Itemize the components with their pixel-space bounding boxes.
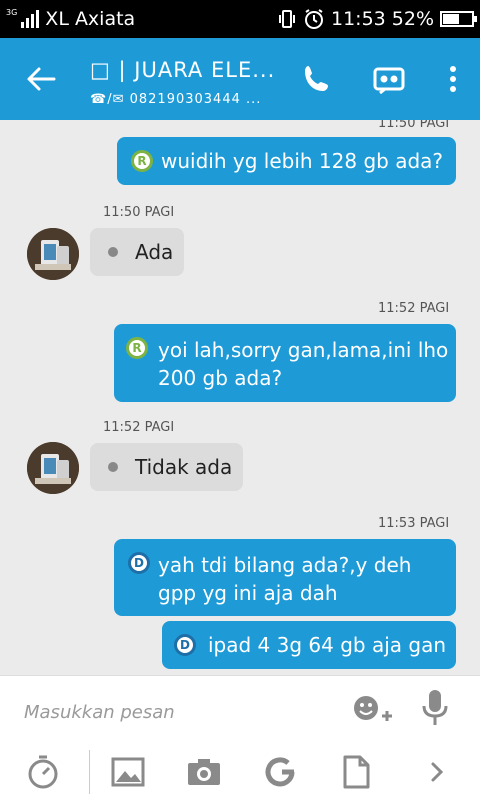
back-arrow-icon[interactable] <box>24 64 58 94</box>
toolbar-divider <box>89 750 90 794</box>
contact-avatar[interactable] <box>27 228 79 280</box>
vibrate-icon <box>279 10 295 28</box>
battery-percent: 52% <box>391 8 434 30</box>
message-input[interactable] <box>24 698 324 726</box>
message-timestamp: 11:50 PAGI <box>378 120 450 131</box>
phone-icon[interactable] <box>300 62 334 96</box>
sim-badge: R <box>131 150 153 172</box>
document-icon[interactable] <box>338 754 374 790</box>
message-timestamp: 11:52 PAGI <box>378 301 450 316</box>
clock: 11:53 <box>331 8 386 30</box>
message-timestamp: 11:52 PAGI <box>103 420 175 435</box>
chevron-right-icon[interactable] <box>420 754 456 790</box>
sim-badge: D <box>128 552 150 574</box>
alarm-icon <box>305 9 323 29</box>
incoming-message[interactable]: Ada <box>90 228 184 276</box>
contact-title[interactable]: □ | JUARA ELE... <box>90 58 275 82</box>
message-text: wuidih yg lebih 128 gb ada? <box>161 149 444 173</box>
carrier-name: XL Axiata <box>45 8 136 30</box>
unread-dot <box>108 462 118 472</box>
contact-number: 082190303444 ... <box>129 92 262 107</box>
phone-mail-icon: ☎/✉ <box>90 92 125 107</box>
message-text: yah tdi bilang ada?,y deh <box>158 553 412 577</box>
contact-card-icon[interactable] <box>372 62 406 96</box>
overflow-menu-icon[interactable] <box>436 62 470 96</box>
image-icon[interactable] <box>110 754 146 790</box>
timer-icon[interactable] <box>25 754 61 790</box>
contact-avatar[interactable] <box>27 442 79 494</box>
message-text: yoi lah,sorry gan,lama,ini lho <box>158 338 449 362</box>
message-timestamp: 11:53 PAGI <box>378 516 450 531</box>
message-timestamp: 11:50 PAGI <box>103 205 175 220</box>
network-type: 3G <box>6 8 18 17</box>
status-bar: 3G XL Axiata 11:53 52% <box>0 0 480 38</box>
message-text: 200 gb ada? <box>158 366 283 390</box>
camera-icon[interactable] <box>186 754 222 790</box>
battery-icon <box>440 11 477 27</box>
composer <box>0 675 480 800</box>
message-text: Tidak ada <box>135 455 233 479</box>
outgoing-message[interactable]: D ipad 4 3g 64 gb aja gan <box>162 621 456 669</box>
microphone-icon[interactable] <box>420 688 450 728</box>
sim-badge: D <box>174 634 196 656</box>
message-list[interactable]: 11:50 PAGI R wuidih yg lebih 128 gb ada?… <box>0 120 480 675</box>
contact-subtitle: ☎/✉ 082190303444 ... <box>90 92 261 107</box>
sim-badge: R <box>126 337 148 359</box>
refresh-icon[interactable] <box>262 754 298 790</box>
signal-icon <box>21 10 40 28</box>
message-text: ipad 4 3g 64 gb aja gan <box>208 633 447 657</box>
message-text: Ada <box>135 240 174 264</box>
outgoing-message[interactable]: D yah tdi bilang ada?,y deh gpp yg ini a… <box>114 539 456 616</box>
incoming-message[interactable]: Tidak ada <box>90 443 243 491</box>
outgoing-message[interactable]: R yoi lah,sorry gan,lama,ini lho 200 gb … <box>114 324 456 402</box>
emoji-add-icon[interactable] <box>352 692 394 728</box>
outgoing-message[interactable]: R wuidih yg lebih 128 gb ada? <box>117 137 456 185</box>
message-text: gpp yg ini aja dah <box>158 581 338 605</box>
unread-dot <box>108 247 118 257</box>
conversation-header: □ | JUARA ELE... ☎/✉ 082190303444 ... <box>0 38 480 120</box>
